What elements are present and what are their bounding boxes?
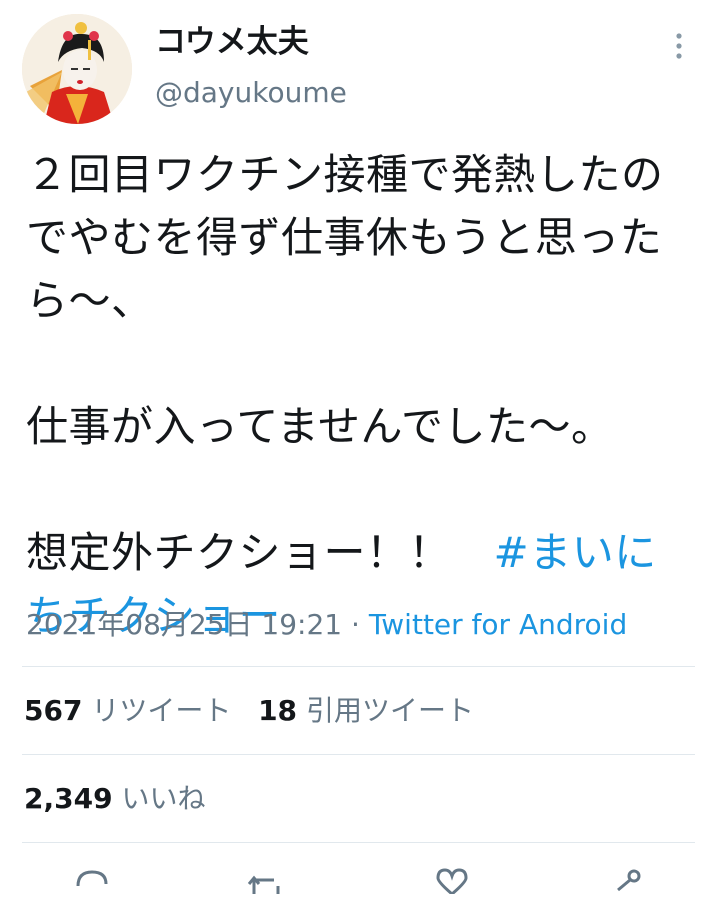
tweet-text-line: 仕事が入ってませんでした〜。 xyxy=(26,402,614,451)
retweets-count: 567 xyxy=(24,694,83,727)
tweet-meta: 2021年08月25日 19:21 · Twitter for Android xyxy=(26,606,627,644)
more-options-icon[interactable] xyxy=(664,28,694,64)
divider xyxy=(22,842,695,843)
heart-icon[interactable] xyxy=(430,866,474,896)
retweet-icon[interactable] xyxy=(244,866,288,894)
share-icon[interactable] xyxy=(604,866,648,894)
retweets-stat[interactable]: 567 リツイート xyxy=(24,694,231,727)
source-link[interactable]: Twitter for Android xyxy=(369,608,627,641)
retweet-stats: 567 リツイート 18 引用ツイート xyxy=(24,692,474,730)
quotes-count: 18 xyxy=(258,694,298,727)
tweet-text-line: ら〜、 xyxy=(26,276,154,325)
quotes-label: 引用ツイート xyxy=(305,694,474,727)
divider xyxy=(22,666,695,667)
tweet-text-line: ２回目ワクチン接種で発熱したの xyxy=(26,150,664,199)
action-bar xyxy=(0,866,714,896)
quotes-stat[interactable]: 18 引用ツイート xyxy=(258,694,474,727)
tweet-text: ２回目ワクチン接種で発熱したの でやむを得ず仕事休もうと思った ら〜、 仕事が入… xyxy=(26,143,701,647)
avatar-image xyxy=(22,14,132,124)
likes-count: 2,349 xyxy=(24,782,113,815)
likes-label: いいね xyxy=(121,782,206,815)
hashtag-link[interactable]: #まいに xyxy=(494,528,657,577)
timestamp[interactable]: 2021年08月25日 19:21 xyxy=(26,608,342,641)
tweet-header: コウメ太夫 @dayukoume xyxy=(0,0,714,130)
retweets-label: リツイート xyxy=(91,694,232,727)
user-handle[interactable]: @dayukoume xyxy=(155,74,347,112)
meta-separator: · xyxy=(342,608,369,641)
divider xyxy=(22,754,695,755)
tweet-text-line: 想定外チクショー！！ #まいに xyxy=(26,521,701,584)
tweet-text-line: でやむを得ず仕事休もうと思った xyxy=(26,213,663,262)
avatar[interactable] xyxy=(22,14,132,124)
tweet-text-segment: 想定外チクショー！！ xyxy=(26,528,494,577)
like-stats[interactable]: 2,349 いいね xyxy=(24,780,206,818)
reply-icon[interactable] xyxy=(70,866,114,894)
display-name[interactable]: コウメ太夫 xyxy=(155,22,309,62)
